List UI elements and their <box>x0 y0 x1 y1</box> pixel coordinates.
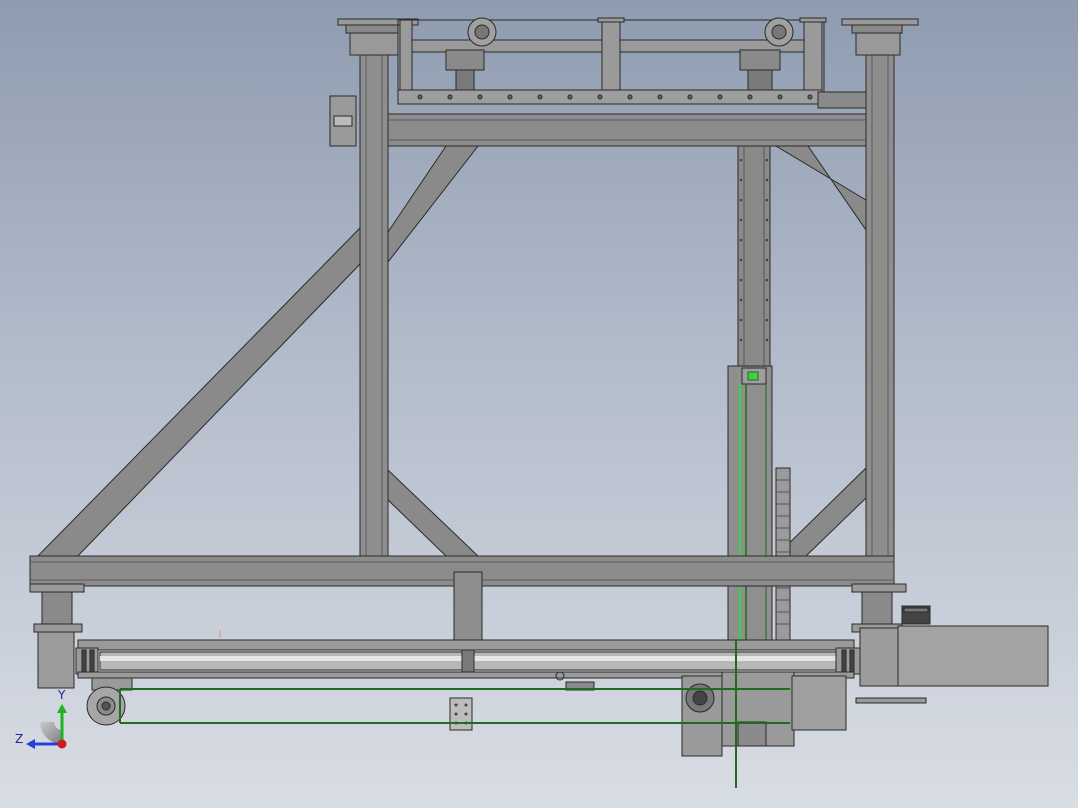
z-axis-label: Z <box>15 732 23 746</box>
right-top-plate <box>841 18 919 26</box>
upper-left-diagonal-brace <box>387 145 480 264</box>
left-column <box>359 29 389 559</box>
left-leg <box>41 591 73 627</box>
triad-arc-shape <box>40 722 62 744</box>
center-post <box>453 571 483 645</box>
left-column-gusset <box>349 32 399 56</box>
right-flange <box>835 647 861 675</box>
perforated-plate <box>449 697 473 731</box>
right-column <box>865 29 895 559</box>
lower-left-diagonal-brace <box>387 468 480 557</box>
left-long-diagonal-brace <box>32 224 363 561</box>
right-gear-motor <box>897 625 1049 687</box>
left-flange <box>75 647 99 675</box>
roller-frame <box>77 639 855 651</box>
bottom-motor <box>791 675 847 731</box>
carriage-rail <box>397 89 823 105</box>
gantry-frame-model[interactable] <box>0 0 1078 808</box>
top-cross-beam <box>387 113 867 147</box>
vertical-slide-carriage <box>727 365 773 643</box>
y-axis-label: Y <box>57 688 66 702</box>
cable-chain <box>775 467 791 641</box>
x-axis-dot <box>57 739 67 749</box>
right-motor-housing <box>859 627 901 687</box>
orientation-triad: Y Z <box>15 688 67 749</box>
right-column-gusset <box>855 32 901 56</box>
left-bearing-block <box>37 631 75 689</box>
upper-right-diagonal-brace <box>774 145 867 232</box>
graphics-viewport[interactable]: Y Z <box>0 0 1078 808</box>
right-leg <box>861 591 893 627</box>
